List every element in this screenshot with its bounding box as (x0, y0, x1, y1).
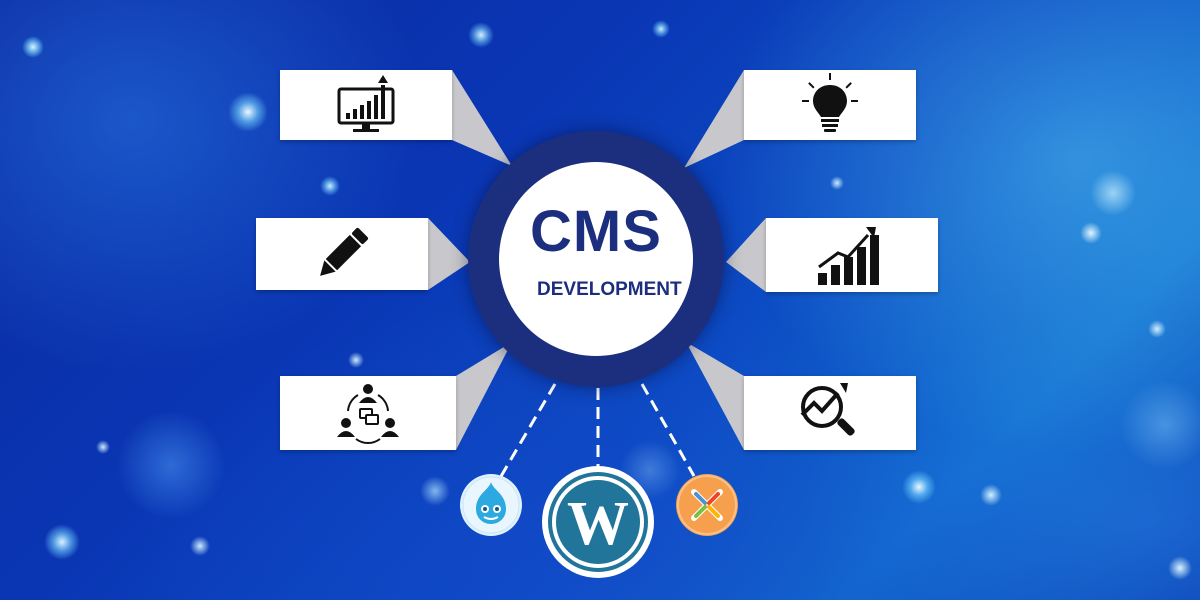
wordpress-logo: W (542, 466, 654, 578)
joomla-logo-icon (677, 475, 737, 535)
joomla-logo (676, 474, 738, 536)
dashed-connector (640, 383, 696, 477)
drupal-logo (460, 474, 522, 536)
hub-subtitle: DEVELOPMENT (537, 279, 682, 300)
cms-development-infographic: CMS DEVELOPMENT W (0, 0, 1200, 600)
hub-title: CMS (530, 199, 662, 264)
drupal-logo-icon (462, 476, 520, 534)
dashed-connector (498, 383, 557, 479)
cms-hub-center: CMS DEVELOPMENT (499, 162, 693, 356)
cms-hub: CMS DEVELOPMENT (468, 131, 724, 387)
wordpress-logo-icon: W (544, 468, 652, 576)
svg-text:W: W (567, 490, 629, 558)
